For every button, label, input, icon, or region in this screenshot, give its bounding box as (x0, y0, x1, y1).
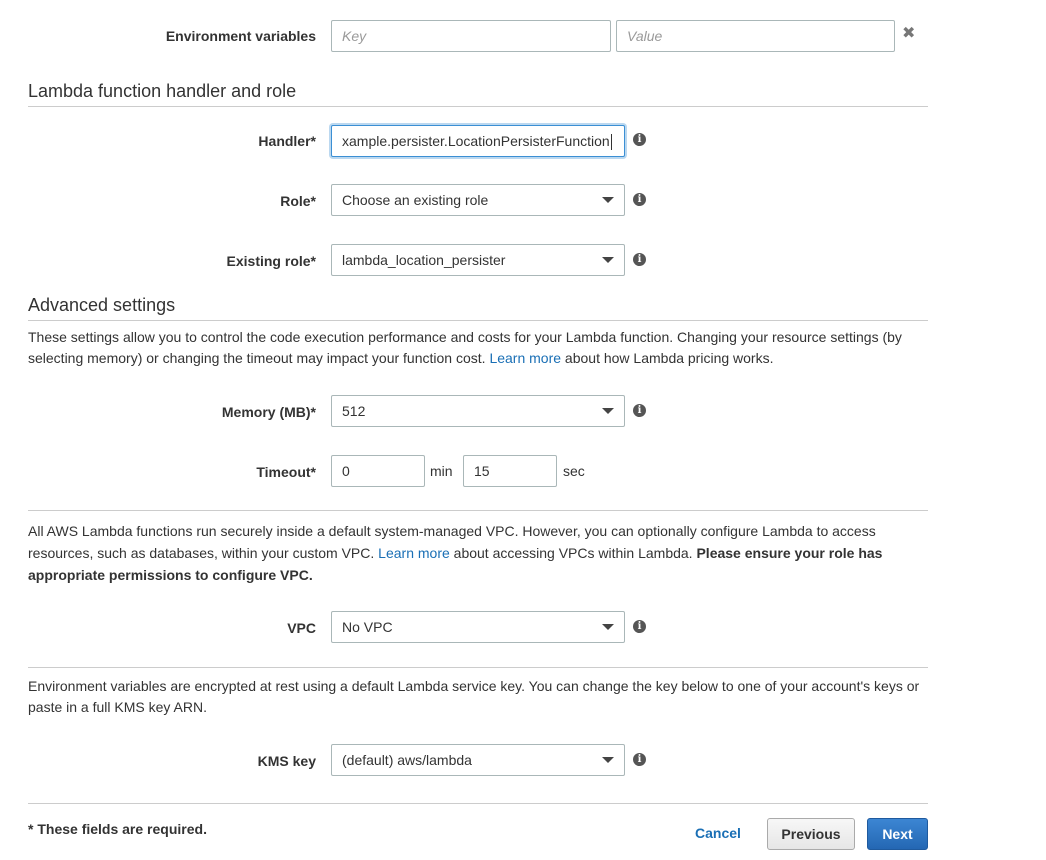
vpc-desc-text-mid: about accessing VPCs within Lambda. (449, 545, 697, 561)
required-fields-note: * These fields are required. (28, 821, 207, 837)
section-divider (28, 106, 928, 107)
env-value-input[interactable]: Value (616, 20, 895, 52)
kms-key-select[interactable]: (default) aws/lambda (331, 744, 625, 776)
advanced-settings-title: Advanced settings (28, 295, 176, 315)
memory-info-icon[interactable]: i (633, 404, 646, 417)
footer-divider (28, 803, 928, 804)
timeout-label: Timeout* (256, 464, 316, 480)
advanced-settings-description: These settings allow you to control the … (28, 327, 938, 369)
vpc-description: All AWS Lambda functions run securely in… (28, 520, 938, 586)
memory-label: Memory (MB)* (221, 404, 316, 420)
handler-label: Handler* (258, 133, 316, 149)
vpc-select[interactable]: No VPC (331, 611, 625, 643)
memory-select-value: 512 (342, 403, 366, 419)
chevron-down-icon (602, 757, 614, 763)
vpc-learn-more-link[interactable]: Learn more (378, 545, 450, 561)
handler-input-value: xample.persister.LocationPersisterFuncti… (342, 133, 610, 149)
role-info-icon[interactable]: i (633, 193, 646, 206)
next-button[interactable]: Next (867, 818, 928, 850)
previous-button[interactable]: Previous (767, 818, 855, 850)
env-key-input[interactable]: Key (331, 20, 611, 52)
kms-key-label: KMS key (257, 753, 316, 769)
handler-section-title: Lambda function handler and role (28, 81, 297, 101)
vpc-select-value: No VPC (342, 619, 393, 635)
vpc-info-icon[interactable]: i (633, 620, 646, 633)
existing-role-info-icon[interactable]: i (633, 253, 646, 266)
section-divider (28, 320, 928, 321)
chevron-down-icon (602, 624, 614, 630)
kms-description: Environment variables are encrypted at r… (28, 678, 920, 715)
timeout-sec-unit: sec (563, 463, 585, 479)
chevron-down-icon (602, 197, 614, 203)
role-select-value: Choose an existing role (342, 192, 489, 208)
role-label: Role* (280, 193, 316, 209)
existing-role-label: Existing role* (226, 253, 316, 269)
timeout-sec-input[interactable]: 15 (463, 455, 557, 487)
section-divider (28, 510, 928, 511)
chevron-down-icon (602, 257, 614, 263)
timeout-min-unit: min (430, 463, 453, 479)
chevron-down-icon (602, 408, 614, 414)
advanced-desc-text-end: about how Lambda pricing works. (561, 350, 774, 366)
existing-role-select[interactable]: lambda_location_persister (331, 244, 625, 276)
handler-info-icon[interactable]: i (633, 133, 646, 146)
env-vars-label: Environment variables (165, 28, 316, 44)
kms-key-select-value: (default) aws/lambda (342, 752, 472, 768)
role-select[interactable]: Choose an existing role (331, 184, 625, 216)
handler-input[interactable]: xample.persister.LocationPersisterFuncti… (331, 125, 625, 157)
memory-select[interactable]: 512 (331, 395, 625, 427)
kms-key-info-icon[interactable]: i (633, 753, 646, 766)
cancel-button[interactable]: Cancel (690, 818, 746, 850)
text-caret (610, 134, 612, 151)
remove-env-var-icon[interactable]: ✖ (902, 26, 915, 42)
timeout-min-input[interactable]: 0 (331, 455, 425, 487)
existing-role-select-value: lambda_location_persister (342, 252, 506, 268)
pricing-learn-more-link[interactable]: Learn more (489, 350, 561, 366)
section-divider (28, 667, 928, 668)
vpc-label: VPC (287, 620, 316, 636)
